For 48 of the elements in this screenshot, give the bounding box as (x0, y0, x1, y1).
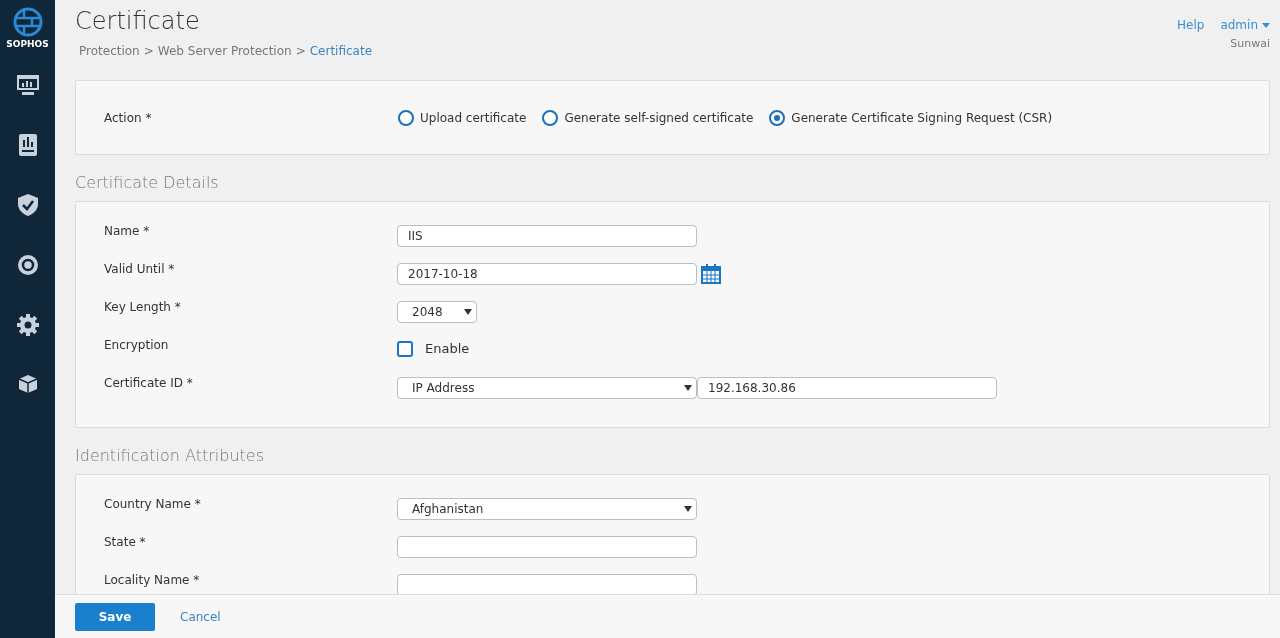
caret-icon (684, 385, 692, 391)
report-icon[interactable] (18, 133, 37, 156)
breadcrumb-separator: > (295, 43, 306, 60)
breadcrumb-item[interactable]: Certificate (309, 42, 373, 60)
caret-icon (1262, 22, 1270, 28)
globe-logo-icon[interactable] (12, 7, 43, 37)
dropdown[interactable]: 2048 (397, 301, 477, 323)
organization-name: Sunwai (1230, 36, 1270, 52)
page-title: Certificate (75, 6, 201, 36)
checkbox[interactable] (397, 340, 413, 357)
dropdown[interactable]: Afghanistan (397, 498, 697, 520)
caret-icon (684, 506, 692, 512)
section-heading: Certificate Details (75, 172, 220, 194)
radio-button[interactable] (398, 109, 414, 126)
input-field[interactable]: 2017-10-18 (397, 263, 697, 285)
field-label: Valid Until * (104, 261, 176, 278)
radio-option[interactable]: Generate Certificate Signing Request (CSR) (769, 108, 1053, 127)
input-field[interactable] (397, 574, 697, 594)
shield-icon[interactable] (17, 193, 38, 216)
radio-button[interactable] (769, 109, 786, 126)
box-icon[interactable] (17, 373, 38, 394)
input-field[interactable]: IIS (397, 225, 697, 247)
checkbox-label: Enable (425, 340, 470, 358)
cancel-link[interactable]: Cancel (180, 607, 221, 626)
radio-option[interactable]: Upload certificate (398, 108, 527, 127)
monitor-icon[interactable] (15, 73, 40, 96)
radio-option[interactable]: Generate self-signed certificate (542, 108, 754, 127)
field-label: Name * (104, 223, 151, 240)
field-label: Locality Name * (104, 572, 201, 589)
input-field[interactable] (397, 536, 697, 558)
breadcrumb-separator: > (143, 43, 154, 60)
breadcrumb-item[interactable]: Protection (79, 42, 140, 60)
input-field[interactable]: 192.168.30.86 (697, 377, 997, 399)
target-icon[interactable] (16, 253, 39, 276)
calendar-icon[interactable] (701, 264, 721, 284)
field-label: Country Name * (104, 496, 202, 513)
field-label: Key Length * (104, 299, 182, 316)
brand-name: SOPHOS (6, 38, 49, 51)
field-label: Encryption (104, 337, 170, 354)
dropdown[interactable]: IP Address (397, 377, 697, 399)
field-label: Action * (104, 109, 153, 127)
section-heading: Identification Attributes (75, 445, 265, 467)
field-label: State * (104, 534, 147, 551)
caret-icon (464, 309, 472, 315)
field-label: Certificate ID * (104, 375, 194, 392)
radio-button[interactable] (542, 109, 559, 126)
save-button[interactable]: Save (75, 602, 155, 631)
breadcrumb-item[interactable]: Web Server Protection (157, 42, 292, 60)
